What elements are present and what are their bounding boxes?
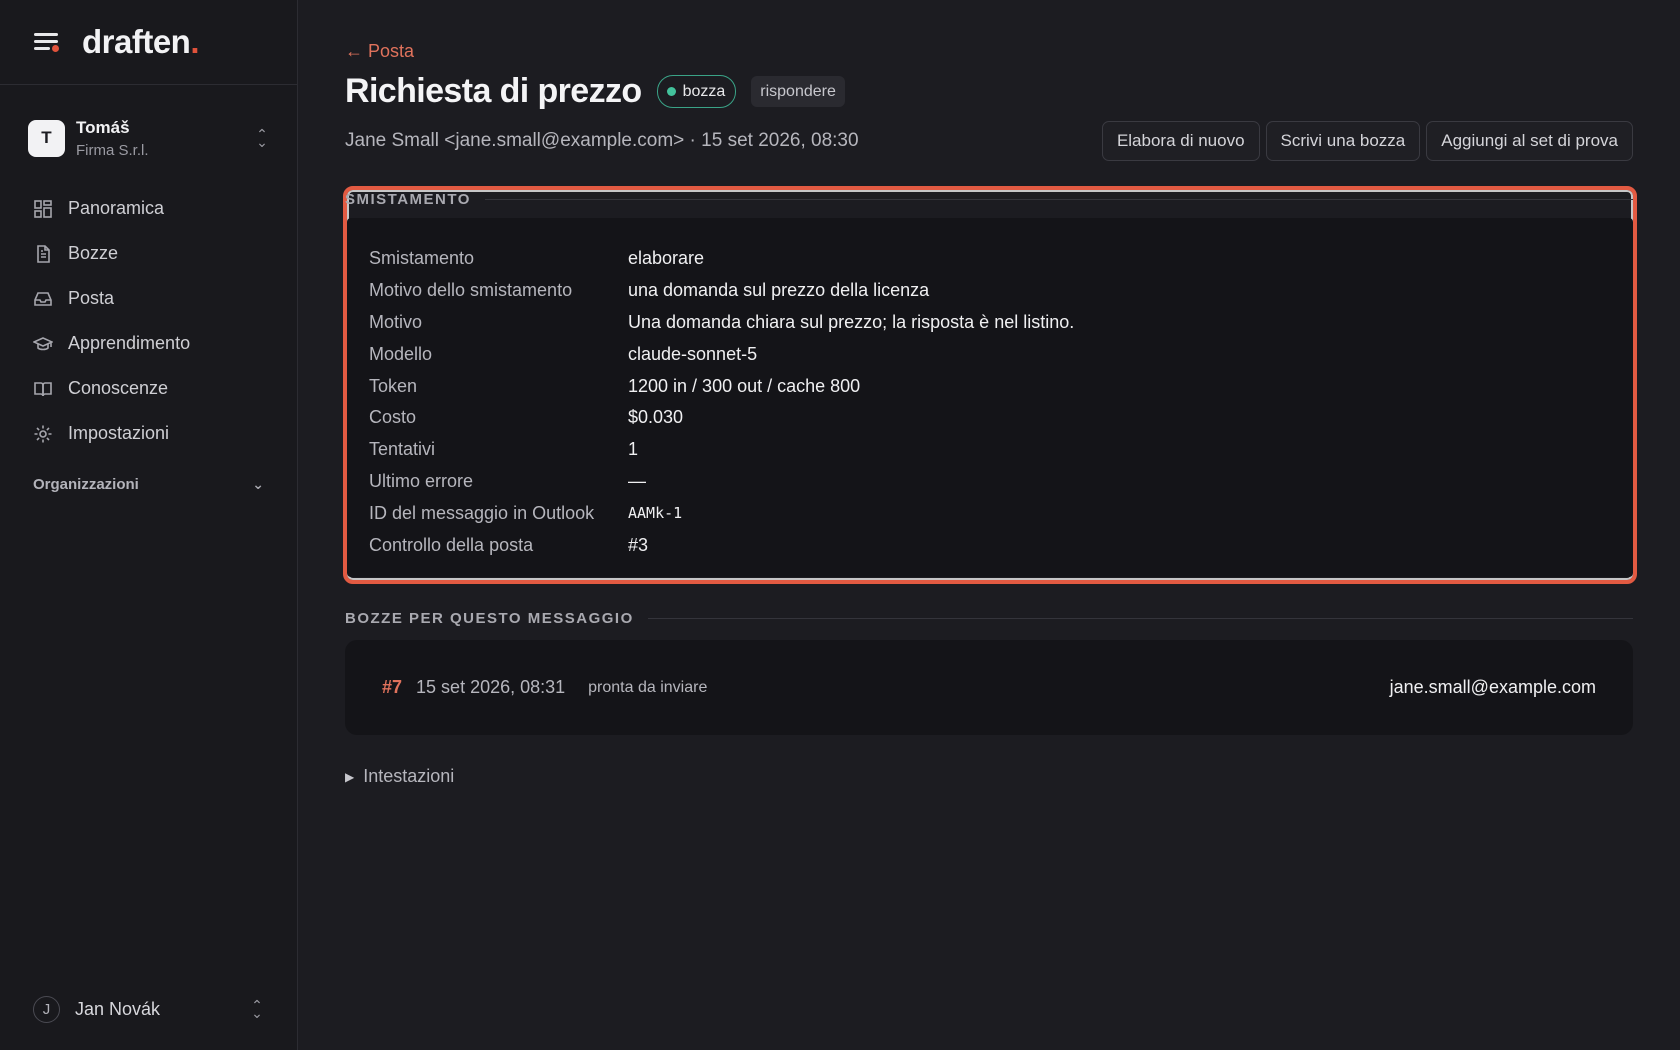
triage-key: ID del messaggio in Outlook [369, 502, 595, 523]
chevron-down-icon: ⌄ [252, 475, 264, 492]
sidebar: draften. T Tomáš Firma S.r.l. ⌃ ⌄ Panoram… [0, 0, 298, 1050]
triage-row: Motivo dello smistamento una domanda sul … [369, 275, 1633, 307]
sidebar-item-apprendimento[interactable]: Apprendimento [0, 321, 297, 366]
triage-row: Costo $0.030 [369, 402, 1633, 434]
triage-section-heading: SMISTAMENTO [345, 191, 1633, 208]
triage-key: Controllo della posta [369, 534, 534, 555]
triage-key: Tentativi [369, 439, 436, 460]
title-row: Richiesta di prezzo bozza rispondere [345, 72, 845, 111]
triage-value: una domanda sul prezzo della licenza [628, 280, 930, 301]
triage-key: Token [369, 375, 418, 396]
write-draft-button[interactable]: Scrivi una bozza [1265, 121, 1421, 161]
sidebar-item-label: Impostazioni [68, 423, 170, 443]
organization-avatar: T [28, 119, 65, 157]
triage-row: Tentativi 1 [369, 434, 1633, 466]
triage-key: Modello [369, 343, 433, 364]
triage-details-card: Smistamento elaborare Motivo dello smista… [347, 218, 1633, 577]
triage-row: Modello claude-sonnet-5 [369, 338, 1633, 370]
organizations-section-toggle[interactable]: Organizzazioni ⌄ [0, 464, 297, 504]
draft-list-item[interactable]: #7 15 set 2026, 08:31 pronta da inviare … [345, 640, 1633, 735]
sidebar-nav: Panoramica Bozze Posta Apprendimento Con… [0, 186, 297, 456]
triage-value: $0.030 [628, 407, 684, 428]
triage-value: 1 [628, 439, 639, 460]
status-badge-label: bozza [682, 82, 726, 100]
triage-key: Costo [369, 407, 417, 428]
sidebar-item-panoramica[interactable]: Panoramica [0, 186, 297, 231]
headers-label: Intestazioni [363, 766, 455, 786]
sidebar-item-bozze[interactable]: Bozze [0, 231, 297, 276]
back-link[interactable]: ← Posta [345, 41, 414, 62]
triage-value: AAMk-1 [628, 504, 683, 523]
organization-company: Firma S.r.l. [76, 141, 149, 159]
draft-recipient: jane.small@example.com [1389, 677, 1596, 697]
drafts-section-heading: BOZZE PER QUESTO MESSAGGIO [345, 610, 1633, 627]
triage-row: Smistamento elaborare [369, 243, 1633, 275]
draft-status: pronta da inviare [588, 678, 708, 696]
status-badge: bozza [656, 75, 737, 108]
divider [647, 618, 1633, 619]
menu-icon[interactable] [32, 30, 60, 54]
sidebar-item-label: Apprendimento [68, 333, 191, 353]
logo: draften. [82, 23, 200, 60]
triage-key: Ultimo errore [369, 470, 474, 491]
triage-row: ID del messaggio in Outlook AAMk-1 [369, 497, 1633, 529]
status-dot-icon [666, 87, 676, 96]
triage-value: elaborare [628, 248, 705, 269]
message-meta: Jane Small <jane.small@example.com> · 15… [345, 130, 859, 151]
triage-row: Token 1200 in / 300 out / cache 800 [369, 370, 1633, 402]
reprocess-button[interactable]: Elabora di nuovo [1101, 121, 1260, 161]
sidebar-item-label: Posta [68, 288, 115, 308]
sidebar-item-label: Panoramica [68, 198, 165, 218]
draft-id-link[interactable]: #7 [382, 677, 402, 698]
triage-row: Motivo Una domanda chiara sul prezzo; la … [369, 307, 1633, 339]
organizations-label: Organizzazioni [33, 475, 139, 493]
dashboard-icon [34, 199, 52, 218]
triage-heading-label: SMISTAMENTO [345, 191, 471, 208]
divider [484, 199, 1633, 200]
triage-value: Una domanda chiara sul prezzo; la rispos… [628, 311, 1075, 332]
headers-disclosure[interactable]: ▶ Intestazioni [345, 766, 454, 787]
user-name: Jan Novák [75, 998, 161, 1019]
inbox-icon [34, 291, 52, 306]
sidebar-item-label: Bozze [68, 243, 119, 263]
sidebar-item-conoscenze[interactable]: Conoscenze [0, 366, 297, 411]
user-avatar: J [33, 995, 60, 1023]
triage-key: Motivo [369, 311, 423, 332]
action-tag: rispondere [751, 76, 845, 107]
chevron-up-down-icon: ⌃ ⌄ [256, 126, 268, 150]
triage-value: claude-sonnet-5 [628, 343, 758, 364]
book-icon [34, 381, 52, 396]
document-icon [37, 244, 50, 263]
triage-value: — [628, 470, 646, 491]
add-to-test-set-button[interactable]: Aggiungi al set di prova [1426, 121, 1633, 161]
user-switcher[interactable]: J Jan Novák ⌃ ⌄ [33, 994, 265, 1024]
chevron-up-down-icon: ⌃ ⌄ [251, 997, 263, 1021]
sidebar-item-label: Conoscenze [68, 378, 169, 398]
triage-key: Smistamento [369, 248, 475, 269]
organization-name: Tomáš [76, 117, 130, 137]
sidebar-item-posta[interactable]: Posta [0, 276, 297, 321]
organization-switcher[interactable]: T Tomáš Firma S.r.l. ⌃ ⌄ [28, 115, 270, 161]
triage-value: #3 [628, 534, 649, 555]
triangle-right-icon: ▶ [345, 769, 355, 784]
triage-value: 1200 in / 300 out / cache 800 [628, 375, 861, 396]
draft-date: 15 set 2026, 08:31 [416, 677, 566, 697]
triage-row: Controllo della posta #3 [369, 529, 1633, 561]
triage-key: Motivo dello smistamento [369, 280, 573, 301]
gear-icon [34, 425, 52, 442]
sidebar-item-impostazioni[interactable]: Impostazioni [0, 411, 297, 456]
brand-bar: draften. [0, 0, 297, 85]
action-buttons: Elabora di nuovo Scrivi una bozza Aggiun… [1101, 121, 1633, 161]
page-title: Richiesta di prezzo [345, 72, 642, 110]
drafts-heading-label: BOZZE PER QUESTO MESSAGGIO [345, 610, 634, 627]
triage-row: Ultimo errore — [369, 466, 1633, 498]
graduation-cap-icon [33, 336, 53, 350]
